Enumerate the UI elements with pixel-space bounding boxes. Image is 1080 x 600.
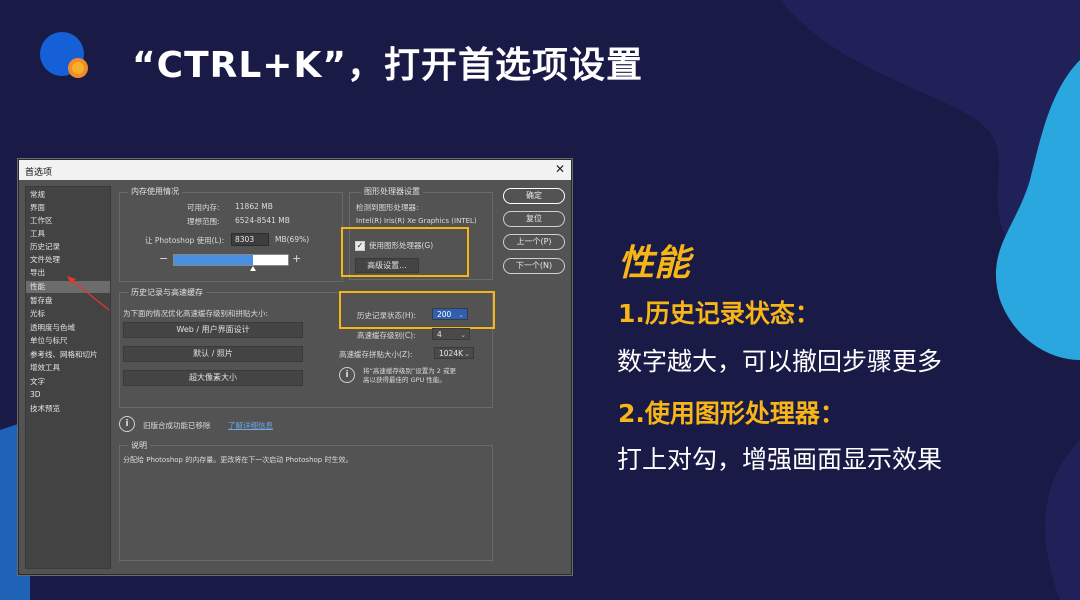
slide-title: “CTRL+K”，打开首选项设置 (132, 45, 644, 86)
gpu-cache-note-line2: 高以获得最佳的 GPU 性能。 (363, 376, 446, 384)
nav-item-general[interactable]: 常规 (26, 189, 110, 201)
available-memory-label: 可用内存: (187, 203, 220, 212)
ok-button[interactable]: 确定 (503, 188, 565, 204)
next-button[interactable]: 下一个(N) (503, 258, 565, 274)
gpu-detected-label: 检测到图形处理器: (356, 203, 419, 212)
history-states-input[interactable]: 200 ⌄ (432, 308, 468, 320)
chevron-down-icon: ⌄ (460, 331, 466, 339)
minus-icon[interactable]: − (159, 252, 168, 265)
close-icon[interactable]: ✕ (555, 162, 565, 176)
description-group-label: 说明 (128, 440, 150, 451)
info-icon: i (339, 367, 355, 383)
huge-pixel-size-button[interactable]: 超大像素大小 (123, 370, 303, 386)
nav-item-guides-grid[interactable]: 参考线、网格和切片 (26, 349, 110, 361)
nav-item-file-handling[interactable]: 文件处理 (26, 254, 110, 266)
use-gpu-label: 使用图形处理器(G) (369, 241, 434, 250)
web-ui-design-button[interactable]: Web / 用户界面设计 (123, 322, 303, 338)
cache-tile-size-select[interactable]: 1024K ⌄ (434, 347, 474, 359)
reset-button[interactable]: 复位 (503, 211, 565, 227)
default-photos-button[interactable]: 默认 / 照片 (123, 346, 303, 362)
info-icon: i (119, 416, 135, 432)
nav-item-units-rulers[interactable]: 单位与标尺 (26, 335, 110, 347)
point-1-text: 数字越大，可以撤回步骤更多 (617, 347, 943, 376)
optimize-cache-label: 为下面的情况优化高速缓存级别和拼贴大小: (123, 309, 269, 318)
history-group-label: 历史记录与高速缓存 (128, 287, 206, 298)
nav-item-tools[interactable]: 工具 (26, 228, 110, 240)
point-1-heading: 1.历史记录状态： (618, 299, 820, 328)
dialog-titlebar: 首选项 ✕ (19, 160, 571, 180)
nav-item-tech-preview[interactable]: 技术预览 (26, 403, 110, 415)
let-photoshop-use-label: 让 Photoshop 使用(L): (145, 236, 225, 245)
nav-item-type[interactable]: 文字 (26, 376, 110, 388)
gpu-group-label: 图形处理器设置 (361, 186, 423, 197)
plus-icon[interactable]: + (292, 252, 301, 265)
preferences-nav: 常规 界面 工作区 工具 历史记录 文件处理 导出 性能 暂存盘 光标 透明度与… (25, 186, 111, 569)
advanced-settings-button[interactable]: 高级设置... (355, 258, 419, 273)
available-memory-value: 11862 MB (235, 202, 273, 211)
section-heading: 性能 (618, 243, 691, 284)
memory-unit-percent: MB(69%) (275, 235, 310, 244)
dialog-title: 首选项 (25, 168, 53, 178)
point-2-text: 打上对勾，增强画面显示效果 (617, 445, 943, 474)
point-2-heading: 2.使用图形处理器： (618, 399, 845, 428)
cache-levels-label: 高速缓存级别(C): (357, 331, 416, 340)
nav-item-interface[interactable]: 界面 (26, 202, 110, 214)
history-states-label: 历史记录状态(H): (357, 311, 417, 320)
cache-tile-size-value: 1024K (439, 349, 464, 358)
nav-item-transparency[interactable]: 透明度与色域 (26, 322, 110, 334)
ideal-range-label: 理想范围: (187, 217, 220, 226)
learn-more-link[interactable]: 了解详细信息 (228, 420, 273, 431)
memory-group-label: 内存使用情况 (128, 186, 182, 197)
nav-item-workspace[interactable]: 工作区 (26, 215, 110, 227)
cache-tile-size-label: 高速缓存拼贴大小(Z): (339, 350, 413, 359)
prev-button[interactable]: 上一个(P) (503, 234, 565, 250)
description-text: 分配给 Photoshop 的内存量。更改将在下一次启动 Photoshop 时… (123, 456, 353, 464)
chevron-down-icon: ⌄ (458, 311, 464, 319)
cache-levels-value: 4 (437, 330, 442, 339)
memory-amount-input[interactable]: 8303 (231, 233, 269, 246)
cache-levels-select[interactable]: 4 ⌄ (432, 328, 470, 340)
memory-slider-thumb[interactable] (249, 266, 256, 271)
gpu-name: Intel(R) Iris(R) Xe Graphics (INTEL) (356, 217, 477, 225)
annotation-arrow-icon (67, 276, 110, 311)
use-gpu-checkbox[interactable]: ✓ (355, 241, 365, 251)
logo-icon (40, 32, 88, 78)
ideal-range-value: 6524-8541 MB (235, 216, 290, 225)
nav-item-3d[interactable]: 3D (26, 389, 110, 401)
nav-item-plugins[interactable]: 增效工具 (26, 362, 110, 374)
history-states-value: 200 (437, 310, 452, 319)
memory-slider[interactable] (173, 254, 289, 266)
memory-slider-fill (174, 255, 253, 265)
nav-item-history[interactable]: 历史记录 (26, 241, 110, 253)
chevron-down-icon: ⌄ (464, 350, 470, 358)
legacy-compositing-notice: 旧版合成功能已移除 (143, 421, 211, 430)
preferences-dialog: 首选项 ✕ 常规 界面 工作区 工具 历史记录 文件处理 导出 性能 暂存盘 光… (18, 159, 572, 575)
